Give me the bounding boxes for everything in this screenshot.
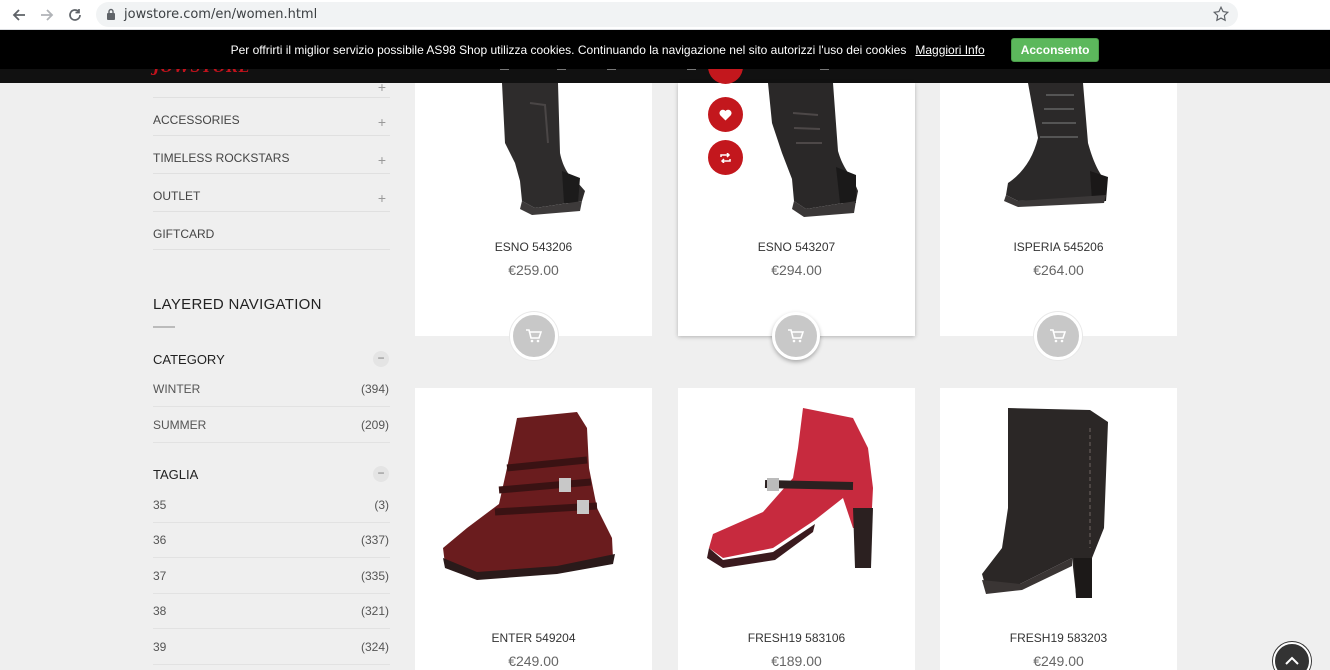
expand-icon[interactable]: + bbox=[378, 152, 386, 168]
product-card[interactable]: FRESH19 583203 €249.00 bbox=[940, 388, 1177, 670]
product-name[interactable]: ISPERIA 545206 bbox=[940, 240, 1177, 254]
sidebar-item-label: OUTLET bbox=[153, 189, 201, 203]
cart-icon bbox=[526, 329, 542, 343]
product-card[interactable]: ESNO 543206 €259.00 bbox=[415, 83, 652, 336]
cookie-bar: Per offrirti il miglior servizio possibi… bbox=[0, 30, 1330, 69]
filter-count: (394) bbox=[360, 382, 389, 396]
expand-icon[interactable]: + bbox=[378, 79, 386, 95]
product-price: €294.00 bbox=[771, 262, 822, 278]
collapse-icon[interactable]: − bbox=[373, 466, 389, 482]
product-card[interactable]: ISPERIA 545206 €264.00 bbox=[940, 83, 1177, 336]
cookie-accept-button[interactable]: Acconsento bbox=[1010, 37, 1100, 62]
filter-label: SUMMER bbox=[153, 418, 207, 432]
product-name[interactable]: FRESH19 583106 bbox=[678, 631, 915, 645]
star-icon[interactable] bbox=[1212, 5, 1230, 23]
sidebar-item-label: GIFTCARD bbox=[153, 227, 215, 241]
product-image[interactable] bbox=[978, 83, 1138, 243]
scroll-to-top-button[interactable] bbox=[1273, 642, 1311, 670]
title-underline bbox=[153, 326, 175, 328]
add-to-cart-button[interactable] bbox=[772, 312, 820, 360]
filter-label: 38 bbox=[153, 604, 167, 618]
product-price: €189.00 bbox=[771, 653, 822, 669]
filter-label: 37 bbox=[153, 569, 167, 583]
product-image[interactable] bbox=[437, 408, 632, 588]
add-to-cart-button[interactable] bbox=[1034, 312, 1082, 360]
product-price: €249.00 bbox=[508, 653, 559, 669]
product-image[interactable] bbox=[460, 83, 610, 243]
cart-icon bbox=[788, 329, 804, 343]
sidebar-item-outlet[interactable]: OUTLET + bbox=[153, 174, 390, 212]
heart-icon bbox=[719, 109, 732, 120]
forward-button[interactable] bbox=[36, 4, 58, 26]
filter-title: CATEGORY bbox=[153, 352, 225, 367]
expand-icon[interactable]: + bbox=[378, 190, 386, 206]
product-name[interactable]: ENTER 549204 bbox=[415, 631, 652, 645]
product-image[interactable] bbox=[980, 408, 1135, 608]
filter-option-summer[interactable]: SUMMER (209) bbox=[153, 408, 390, 443]
product-name[interactable]: ESNO 543207 bbox=[678, 240, 915, 254]
product-price: €259.00 bbox=[508, 262, 559, 278]
add-to-cart-button[interactable] bbox=[510, 312, 558, 360]
product-name[interactable]: ESNO 543206 bbox=[415, 240, 652, 254]
product-price: €264.00 bbox=[1033, 262, 1084, 278]
filter-option-size[interactable]: 36 (337) bbox=[153, 523, 390, 558]
filter-count: (321) bbox=[360, 604, 389, 618]
compare-button[interactable] bbox=[708, 140, 743, 175]
address-bar[interactable]: jowstore.com/en/women.html bbox=[96, 2, 1238, 27]
product-card[interactable]: ENTER 549204 €249.00 bbox=[415, 388, 652, 670]
filter-count: (337) bbox=[360, 533, 389, 547]
product-card[interactable]: FRESH19 583106 €189.00 bbox=[678, 388, 915, 670]
browser-toolbar: jowstore.com/en/women.html bbox=[0, 0, 1330, 30]
filter-label: 39 bbox=[153, 640, 167, 654]
wishlist-button[interactable] bbox=[708, 97, 743, 132]
filter-count: (209) bbox=[360, 418, 389, 432]
url-text: jowstore.com/en/women.html bbox=[124, 7, 318, 22]
filter-option-size[interactable]: 37 (335) bbox=[153, 559, 390, 594]
compare-icon bbox=[720, 152, 731, 163]
collapse-icon[interactable]: − bbox=[373, 351, 389, 367]
arrow-left-icon bbox=[12, 9, 25, 21]
sidebar: + ACCESSORIES + TIMELESS ROCKSTARS + OUT… bbox=[153, 79, 390, 665]
filter-label: 36 bbox=[153, 533, 167, 547]
reload-icon bbox=[69, 9, 81, 21]
cookie-message: Per offrirti il miglior servizio possibi… bbox=[230, 42, 907, 57]
filter-option-size[interactable]: 35 (3) bbox=[153, 488, 390, 523]
sidebar-item-accessories[interactable]: ACCESSORIES + bbox=[153, 98, 390, 136]
sidebar-item-partial[interactable]: + bbox=[153, 79, 390, 98]
filter-category-header[interactable]: CATEGORY − bbox=[153, 351, 390, 367]
sidebar-item-timeless-rockstars[interactable]: TIMELESS ROCKSTARS + bbox=[153, 136, 390, 174]
arrow-right-icon bbox=[41, 9, 54, 21]
lock-icon bbox=[107, 8, 115, 20]
reload-button[interactable] bbox=[64, 4, 86, 26]
cookie-more-info-link[interactable]: Maggiori Info bbox=[915, 43, 984, 57]
back-button[interactable] bbox=[8, 4, 30, 26]
filter-taglia-header[interactable]: TAGLIA − bbox=[153, 466, 390, 482]
filter-title: TAGLIA bbox=[153, 467, 199, 482]
page-content: JOWSTORE + ACCESSORIES + TIMELESS ROCKST… bbox=[0, 30, 1330, 670]
filter-count: (324) bbox=[360, 640, 389, 654]
sidebar-item-giftcard[interactable]: GIFTCARD bbox=[153, 212, 390, 250]
chevron-up-icon bbox=[1285, 656, 1299, 665]
product-price: €249.00 bbox=[1033, 653, 1084, 669]
product-image[interactable] bbox=[703, 408, 893, 588]
filter-option-winter[interactable]: WINTER (394) bbox=[153, 372, 390, 407]
filter-label: WINTER bbox=[153, 382, 201, 396]
filter-count: (335) bbox=[360, 569, 389, 583]
sidebar-item-label: TIMELESS ROCKSTARS bbox=[153, 151, 290, 165]
cart-icon bbox=[1050, 329, 1066, 343]
filter-option-size[interactable]: 39 (324) bbox=[153, 630, 390, 665]
product-name[interactable]: FRESH19 583203 bbox=[940, 631, 1177, 645]
expand-icon[interactable]: + bbox=[378, 114, 386, 130]
filter-count: (3) bbox=[374, 498, 389, 512]
sidebar-item-label: ACCESSORIES bbox=[153, 113, 240, 127]
filter-option-size[interactable]: 38 (321) bbox=[153, 594, 390, 629]
filter-label: 35 bbox=[153, 498, 167, 512]
layered-navigation-title: LAYERED NAVIGATION bbox=[153, 296, 322, 313]
product-image[interactable] bbox=[738, 83, 878, 243]
